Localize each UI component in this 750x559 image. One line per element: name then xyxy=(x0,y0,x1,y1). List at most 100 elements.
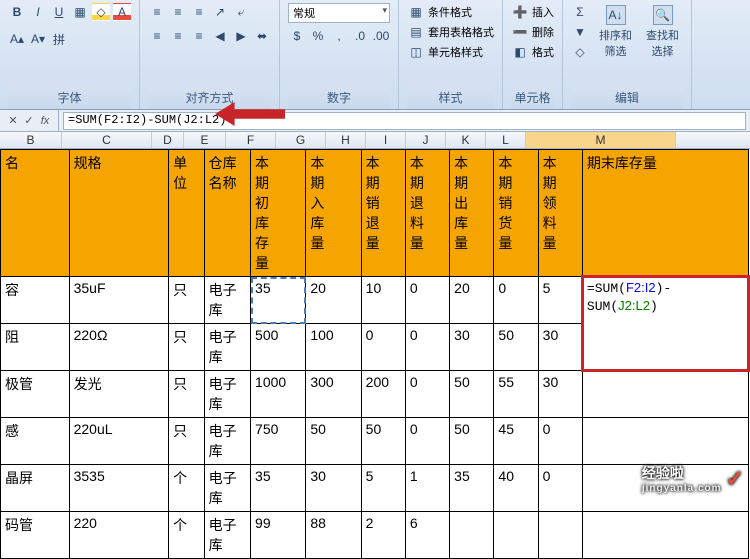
cell[interactable]: 个 xyxy=(169,512,204,559)
merge-icon[interactable]: ⬌ xyxy=(253,27,271,45)
header-cell[interactable]: 本 期 初 库 存 量 xyxy=(251,150,306,277)
cell[interactable]: 0 xyxy=(538,418,582,465)
col-header[interactable]: M xyxy=(526,132,676,148)
align-top-icon[interactable]: ≡ xyxy=(148,3,166,21)
col-header[interactable]: E xyxy=(184,132,226,148)
shrink-font-icon[interactable]: A▾ xyxy=(29,30,47,48)
cell[interactable]: 2 xyxy=(361,512,405,559)
col-header[interactable]: J xyxy=(406,132,446,148)
cell[interactable]: 300 xyxy=(306,371,361,418)
wrap-text-icon[interactable]: ⤶ xyxy=(232,3,250,21)
cell-style-button[interactable]: ◫单元格样式 xyxy=(407,43,494,61)
cell[interactable]: 50 xyxy=(450,418,494,465)
cell[interactable] xyxy=(538,512,582,559)
header-cell[interactable]: 本 期 退 料 量 xyxy=(405,150,449,277)
cell[interactable]: 99 xyxy=(251,512,306,559)
header-cell[interactable]: 仓库 名称 xyxy=(204,150,250,277)
align-left-icon[interactable]: ≡ xyxy=(148,27,166,45)
fill-color-icon[interactable]: ◇ xyxy=(92,3,110,21)
grow-font-icon[interactable]: A▴ xyxy=(8,30,26,48)
cell[interactable] xyxy=(494,512,538,559)
cell[interactable]: 1 xyxy=(405,465,449,512)
cell[interactable]: 500 xyxy=(251,324,306,371)
currency-icon[interactable]: $ xyxy=(288,27,306,45)
header-cell[interactable]: 本 期 出 库 量 xyxy=(450,150,494,277)
percent-icon[interactable]: % xyxy=(309,27,327,45)
col-header[interactable]: C xyxy=(62,132,152,148)
cell[interactable]: 电子 库 xyxy=(204,465,250,512)
cell[interactable]: 发光 xyxy=(69,371,169,418)
cell[interactable]: 20 xyxy=(306,277,361,324)
indent-dec-icon[interactable]: ◀ xyxy=(211,27,229,45)
cell[interactable]: 30 xyxy=(306,465,361,512)
cell[interactable]: 电子 库 xyxy=(204,418,250,465)
cell[interactable]: 感 xyxy=(1,418,70,465)
cell[interactable]: 220uL xyxy=(69,418,169,465)
cell[interactable]: 55 xyxy=(494,371,538,418)
col-header[interactable]: F xyxy=(226,132,276,148)
cell[interactable] xyxy=(450,512,494,559)
cell[interactable]: 45 xyxy=(494,418,538,465)
fill-icon[interactable]: ▼ xyxy=(571,23,589,41)
delete-button[interactable]: ➖删除 xyxy=(511,23,554,41)
cell[interactable]: 0 xyxy=(494,277,538,324)
cell[interactable]: 6 xyxy=(405,512,449,559)
table-format-button[interactable]: ▤套用表格格式 xyxy=(407,23,494,41)
bold-icon[interactable]: B xyxy=(8,3,26,21)
cell[interactable]: 88 xyxy=(306,512,361,559)
align-middle-icon[interactable]: ≡ xyxy=(169,3,187,21)
cell[interactable] xyxy=(582,512,748,559)
border-icon[interactable]: ▦ xyxy=(71,3,89,21)
cell[interactable]: 30 xyxy=(450,324,494,371)
col-header[interactable]: D xyxy=(152,132,184,148)
cell[interactable]: 只 xyxy=(169,277,204,324)
find-select-button[interactable]: 🔍 查找和 选择 xyxy=(642,3,683,87)
align-center-icon[interactable]: ≡ xyxy=(169,27,187,45)
header-cell[interactable]: 名 xyxy=(1,150,70,277)
cell[interactable]: 码管 xyxy=(1,512,70,559)
cell[interactable]: 20 xyxy=(450,277,494,324)
cell[interactable]: 50 xyxy=(361,418,405,465)
cell[interactable]: 电子 库 xyxy=(204,371,250,418)
cell[interactable]: 个 xyxy=(169,465,204,512)
cell[interactable]: 5 xyxy=(538,277,582,324)
phonetic-icon[interactable]: 拼 xyxy=(50,30,68,48)
number-format-dropdown[interactable]: 常规 xyxy=(288,3,390,23)
cond-format-button[interactable]: ▦条件格式 xyxy=(407,3,494,21)
cell[interactable]: 35uF xyxy=(69,277,169,324)
autosum-icon[interactable]: Σ xyxy=(571,3,589,21)
clear-icon[interactable]: ◇ xyxy=(571,43,589,61)
sort-filter-button[interactable]: A↓ 排序和 筛选 xyxy=(595,3,636,87)
cell[interactable]: 只 xyxy=(169,371,204,418)
header-cell[interactable]: 本 期 入 库 量 xyxy=(306,150,361,277)
insert-button[interactable]: ➕插入 xyxy=(511,3,554,21)
cell[interactable]: 极管 xyxy=(1,371,70,418)
comma-icon[interactable]: , xyxy=(330,27,348,45)
orientation-icon[interactable]: ↗ xyxy=(211,3,229,21)
col-header[interactable]: B xyxy=(0,132,62,148)
cancel-formula-icon[interactable]: ✕ xyxy=(6,114,20,127)
cell[interactable]: 电子 库 xyxy=(204,512,250,559)
inc-decimal-icon[interactable]: .0 xyxy=(351,27,369,45)
cell[interactable]: 只 xyxy=(169,418,204,465)
cell[interactable]: 5 xyxy=(361,465,405,512)
cell[interactable]: 只 xyxy=(169,324,204,371)
cell[interactable]: =SUM(F2:I2)-SUM(J2:L2) xyxy=(582,277,748,371)
cell[interactable]: 50 xyxy=(494,324,538,371)
cell[interactable]: 容 xyxy=(1,277,70,324)
cell[interactable]: 30 xyxy=(538,371,582,418)
underline-icon[interactable]: U xyxy=(50,3,68,21)
fx-icon[interactable]: fx xyxy=(38,115,52,127)
col-header[interactable]: G xyxy=(276,132,326,148)
cell[interactable] xyxy=(582,418,748,465)
header-cell[interactable]: 本 期 销 退 量 xyxy=(361,150,405,277)
cell[interactable]: 0 xyxy=(361,324,405,371)
formula-input[interactable]: =SUM(F2:I2)-SUM(J2:L2) xyxy=(63,112,746,130)
cell[interactable]: 电子 库 xyxy=(204,324,250,371)
cell[interactable]: 40 xyxy=(494,465,538,512)
format-button[interactable]: ◧格式 xyxy=(511,43,554,61)
cell[interactable]: 0 xyxy=(538,465,582,512)
cell[interactable]: 3535 xyxy=(69,465,169,512)
cell[interactable]: 晶屏 xyxy=(1,465,70,512)
cell[interactable]: 0 xyxy=(405,277,449,324)
